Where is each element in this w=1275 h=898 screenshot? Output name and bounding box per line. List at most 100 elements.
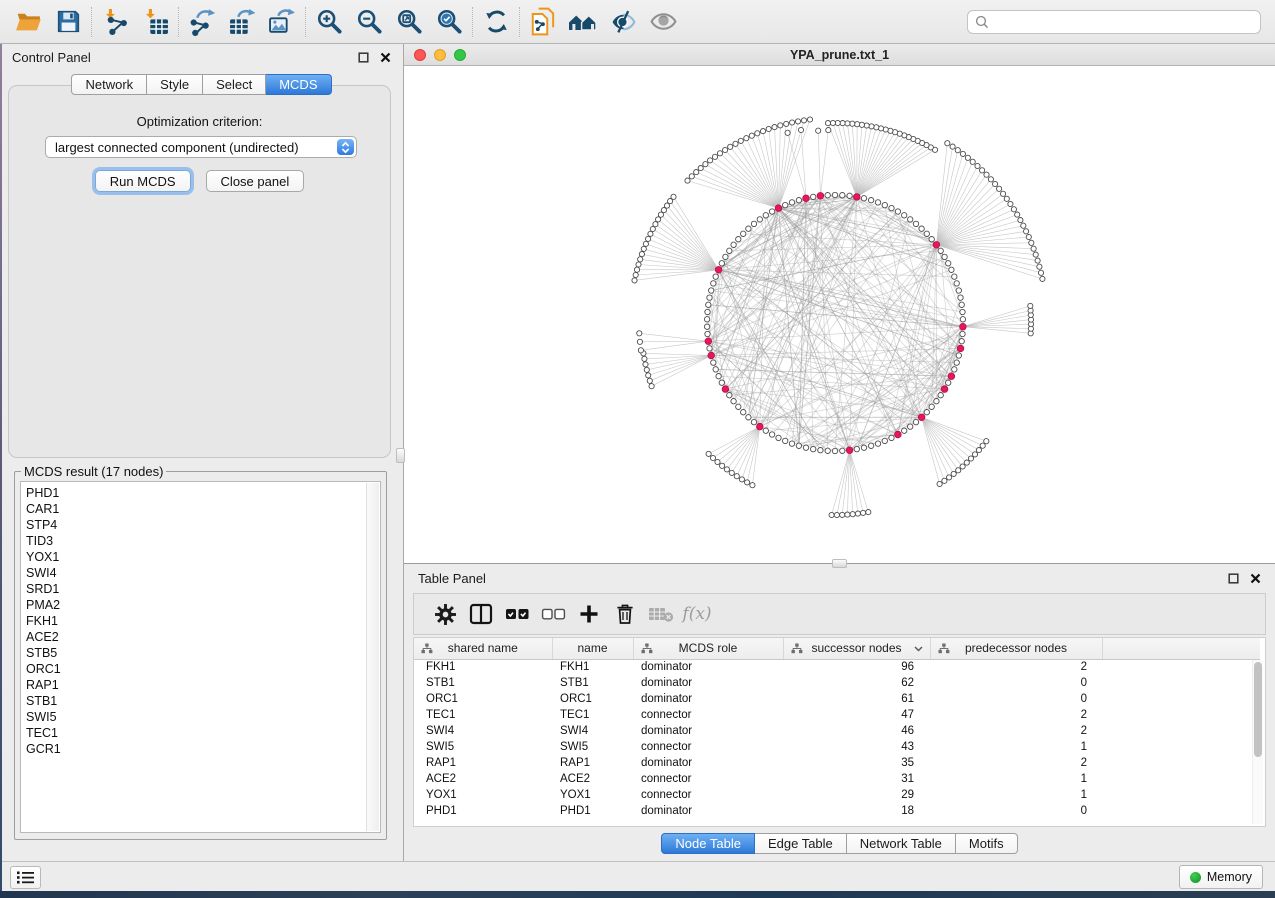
- mcds-result-item[interactable]: CAR1: [26, 501, 380, 517]
- select-all-button[interactable]: [499, 596, 535, 632]
- table-row[interactable]: RAP1 RAP1 dominator 35 2: [414, 755, 1260, 771]
- show-task-history-button[interactable]: [10, 866, 41, 889]
- table-row[interactable]: TEC1 TEC1 connector 47 2: [414, 707, 1260, 723]
- new-network-from-selection-button[interactable]: [523, 5, 563, 39]
- add-row-button[interactable]: [571, 596, 607, 632]
- tab-select[interactable]: Select: [203, 74, 266, 95]
- network-graph-canvas[interactable]: [404, 66, 1272, 563]
- export-table-button[interactable]: [222, 5, 262, 39]
- export-table-icon: [228, 8, 256, 36]
- eye-slash-icon: [609, 8, 638, 35]
- desktop-background: [0, 891, 1275, 898]
- mcds-result-item[interactable]: STB5: [26, 645, 380, 661]
- column-header-mcds-role[interactable]: MCDS role: [633, 638, 783, 659]
- mcds-result-item[interactable]: RAP1: [26, 677, 380, 693]
- mcds-result-item[interactable]: ORC1: [26, 661, 380, 677]
- mcds-result-item[interactable]: PMA2: [26, 597, 380, 613]
- zoom-out-button[interactable]: [349, 5, 389, 39]
- mcds-list-scrollbar[interactable]: [366, 483, 379, 831]
- table-scrollbar-thumb[interactable]: [1254, 662, 1262, 757]
- mcds-result-item[interactable]: STB1: [26, 693, 380, 709]
- table-row[interactable]: FKH1 FKH1 dominator 96 2: [414, 659, 1260, 675]
- mcds-result-item[interactable]: STP4: [26, 517, 380, 533]
- table-row[interactable]: SWI5 SWI5 connector 43 1: [414, 739, 1260, 755]
- tab-mcds[interactable]: MCDS: [266, 74, 331, 95]
- column-header-successor-nodes[interactable]: successor nodes: [783, 638, 930, 659]
- table-row[interactable]: SWI4 SWI4 dominator 46 2: [414, 723, 1260, 739]
- export-network-icon: [188, 8, 216, 36]
- mcds-result-item[interactable]: SWI5: [26, 709, 380, 725]
- toolbar-search[interactable]: [967, 10, 1261, 34]
- mcds-result-list[interactable]: PHD1CAR1STP4TID3YOX1SWI4SRD1PMA2FKH1ACE2…: [20, 481, 381, 833]
- optimization-criterion-select[interactable]: largest connected component (undirected): [45, 136, 357, 158]
- run-mcds-button[interactable]: Run MCDS: [95, 170, 191, 192]
- mcds-result-item[interactable]: YOX1: [26, 549, 380, 565]
- zoom-selected-button[interactable]: [429, 5, 469, 39]
- refresh-icon: [483, 8, 510, 35]
- table-header-row: shared name name: [414, 638, 1260, 659]
- show-columns-button[interactable]: [463, 596, 499, 632]
- memory-button[interactable]: Memory: [1179, 865, 1263, 889]
- mcds-result-item[interactable]: SWI4: [26, 565, 380, 581]
- delete-table-button[interactable]: [643, 596, 679, 632]
- apply-layout-button[interactable]: [476, 5, 516, 39]
- export-network-button[interactable]: [182, 5, 222, 39]
- window-minimize-button[interactable]: [434, 49, 446, 61]
- birds-eye-view-button[interactable]: [643, 5, 683, 39]
- fx-icon: f(x): [682, 604, 711, 624]
- table-options-button[interactable]: [427, 596, 463, 632]
- save-session-button[interactable]: [48, 5, 88, 39]
- deselect-all-button[interactable]: [535, 596, 571, 632]
- table-row[interactable]: STB1 STB1 dominator 62 0: [414, 675, 1260, 691]
- column-header-predecessor-nodes[interactable]: predecessor nodes: [930, 638, 1102, 659]
- zoom-in-button[interactable]: [309, 5, 349, 39]
- houses-icon: [568, 9, 598, 35]
- window-close-button[interactable]: [414, 49, 426, 61]
- tab-motifs[interactable]: Motifs: [956, 833, 1018, 854]
- table-row[interactable]: YOX1 YOX1 connector 29 1: [414, 787, 1260, 803]
- column-header-shared-name[interactable]: shared name: [414, 638, 552, 659]
- folder-open-icon: [15, 9, 42, 34]
- delete-row-button[interactable]: [607, 596, 643, 632]
- import-network-button[interactable]: [95, 5, 135, 39]
- horizontal-splitter-grip[interactable]: [832, 559, 847, 568]
- mcds-result-item[interactable]: TEC1: [26, 725, 380, 741]
- vertical-splitter-grip[interactable]: [396, 448, 405, 463]
- mcds-result-item[interactable]: SRD1: [26, 581, 380, 597]
- mcds-result-item[interactable]: TID3: [26, 533, 380, 549]
- tab-network[interactable]: Network: [71, 74, 147, 95]
- import-table-button[interactable]: [135, 5, 175, 39]
- close-panel-icon[interactable]: [1250, 573, 1261, 584]
- application-window: Control Panel Network Style Select MCDS: [0, 0, 1275, 898]
- open-session-button[interactable]: [8, 5, 48, 39]
- column-header-name[interactable]: name: [552, 638, 633, 659]
- hide-graphics-details-button[interactable]: [603, 5, 643, 39]
- table-panel: Table Panel: [404, 564, 1275, 861]
- function-builder-button[interactable]: f(x): [679, 596, 715, 632]
- mcds-result-item[interactable]: ACE2: [26, 629, 380, 645]
- attribute-icon: [938, 643, 950, 654]
- table-row[interactable]: ACE2 ACE2 connector 31 1: [414, 771, 1260, 787]
- mcds-result-item[interactable]: GCR1: [26, 741, 380, 757]
- float-panel-icon[interactable]: [1228, 573, 1239, 584]
- import-network-icon: [102, 8, 129, 35]
- window-maximize-button[interactable]: [454, 49, 466, 61]
- search-input[interactable]: [989, 15, 1253, 29]
- export-image-button[interactable]: [262, 5, 302, 39]
- tab-node-table[interactable]: Node Table: [661, 833, 755, 854]
- zoom-fit-button[interactable]: [389, 5, 429, 39]
- float-panel-icon[interactable]: [358, 52, 369, 63]
- table-scrollbar[interactable]: [1252, 660, 1263, 824]
- close-panel-icon[interactable]: [380, 52, 391, 63]
- table-row[interactable]: ORC1 ORC1 dominator 61 0: [414, 691, 1260, 707]
- tab-style[interactable]: Style: [147, 74, 203, 95]
- mcds-result-item[interactable]: FKH1: [26, 613, 380, 629]
- show-all-networks-button[interactable]: [563, 5, 603, 39]
- trash-icon: [614, 603, 636, 625]
- table-row[interactable]: PHD1 PHD1 dominator 18 0: [414, 803, 1260, 819]
- export-image-icon: [268, 8, 296, 36]
- tab-network-table[interactable]: Network Table: [847, 833, 956, 854]
- close-panel-button[interactable]: Close panel: [206, 170, 305, 192]
- mcds-result-item[interactable]: PHD1: [26, 485, 380, 501]
- tab-edge-table[interactable]: Edge Table: [755, 833, 847, 854]
